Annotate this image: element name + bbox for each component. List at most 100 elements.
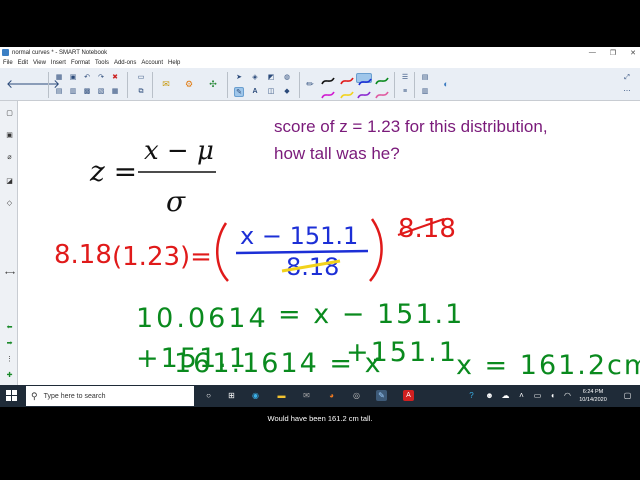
tray-chevron-icon[interactable]: ˄ <box>516 390 527 401</box>
paste-icon[interactable]: ▧ <box>96 87 106 97</box>
help-icon[interactable]: ? <box>466 390 477 401</box>
lines-icon[interactable]: ◩ <box>266 73 276 83</box>
pen-stroke-black <box>321 77 335 85</box>
line-thickness-icon[interactable]: ≡ <box>400 87 410 97</box>
menu-help[interactable]: Help <box>168 60 180 66</box>
pen-preset-yellow[interactable] <box>339 87 355 99</box>
addons-icon[interactable]: ◇ <box>5 199 14 208</box>
page-options-icon[interactable]: ⋮ <box>5 355 14 364</box>
magic-pen-icon[interactable]: ◆ <box>282 87 292 97</box>
pen-preset-pink[interactable] <box>374 87 390 99</box>
toolbar-separator <box>227 72 228 98</box>
color-palette-icon[interactable]: ▤ <box>420 73 430 83</box>
page-view-icon[interactable]: ▦ <box>54 73 64 83</box>
fill-icon[interactable]: ◍ <box>282 73 292 83</box>
taskbar-grid-icon[interactable]: ⊞ <box>226 390 237 401</box>
ink-crossed-818: 8.18 <box>398 214 456 244</box>
toolbar-more-icon[interactable]: ⋯ <box>622 87 632 97</box>
next-page-icon[interactable]: ➡ <box>5 339 14 348</box>
menu-account[interactable]: Account <box>141 60 163 66</box>
display-icon[interactable]: ▭ <box>136 73 146 83</box>
transparency-icon[interactable]: ▥ <box>420 87 430 97</box>
toolbar-separator <box>414 72 415 98</box>
edge-browser-icon[interactable]: ◉ <box>250 390 261 401</box>
expand-panel-icon[interactable]: ⟷ <box>5 269 15 278</box>
menu-file[interactable]: File <box>3 60 13 66</box>
close-icon[interactable]: ✕ <box>630 49 636 57</box>
mail-icon[interactable]: ✉ <box>301 390 312 401</box>
cloud-icon[interactable]: ☁ <box>500 390 511 401</box>
task-view-icon[interactable]: ○ <box>203 390 214 401</box>
line-style-icon[interactable]: ☰ <box>400 73 410 83</box>
screen-shade-icon[interactable]: ▥ <box>68 87 78 97</box>
pen-preset-purple[interactable] <box>356 87 372 99</box>
pen-stroke-blue <box>358 78 372 86</box>
response-icon[interactable]: ✣ <box>207 78 219 90</box>
menu-insert[interactable]: Insert <box>51 60 66 66</box>
forward-arrow-icon[interactable]: 🡒 <box>28 78 60 90</box>
eraser-icon[interactable]: ◫ <box>266 87 276 97</box>
menu-addons[interactable]: Add-ons <box>114 60 136 66</box>
lesson-activity-icon[interactable]: ⚙ <box>183 78 195 90</box>
toolbar: 🡐 🡒 ▦ ▣ ↶ ↷ ✖ ▤ ▥ ▩ ▧ ▦ ▭ ⧉ ✉ ⚙ ✣ ➤ ◈ ◩ … <box>0 68 640 101</box>
capture-icon[interactable]: ⧉ <box>136 87 146 97</box>
pen-preset-black[interactable] <box>320 73 336 85</box>
smart-notebook-window: normal curves * - SMART Notebook — ❐ ✕ F… <box>0 47 640 386</box>
attachments-icon[interactable]: ⌀ <box>5 153 14 162</box>
save-icon[interactable]: ▩ <box>82 87 92 97</box>
minimize-icon[interactable]: — <box>589 49 596 56</box>
pen-preset-red[interactable] <box>339 73 355 85</box>
ink-final-answer: x = 161.2cm <box>456 350 640 381</box>
redo-icon[interactable]: ↷ <box>96 73 106 83</box>
add-page-side-icon[interactable]: ✚ <box>5 371 14 380</box>
gallery-icon[interactable]: ✉ <box>160 78 172 90</box>
add-page-icon[interactable]: ▣ <box>68 73 78 83</box>
acrobat-icon[interactable]: A <box>403 390 414 401</box>
pen-tool-icon[interactable]: ✎ <box>234 87 244 97</box>
ink-left-paren <box>216 222 229 282</box>
menu-tools[interactable]: Tools <box>95 60 109 66</box>
properties-icon[interactable]: ◪ <box>5 177 14 186</box>
pen-preset-blue[interactable] <box>356 73 372 86</box>
shapes-icon[interactable]: ◈ <box>250 73 260 83</box>
delete-icon[interactable]: ✖ <box>110 73 120 83</box>
formula-numerator: x − μ <box>144 136 214 166</box>
back-arrow-icon[interactable]: 🡐 <box>6 78 38 90</box>
menu-format[interactable]: Format <box>71 60 90 66</box>
menu-bar: File Edit View Insert Format Tools Add-o… <box>0 58 640 68</box>
taskbar-clock[interactable]: 6:24 PM 10/14/2020 <box>578 388 608 404</box>
undo-icon[interactable]: ↶ <box>82 73 92 83</box>
taskbar-search-box[interactable]: ⚲ Type here to search <box>26 386 194 406</box>
wifi-icon[interactable]: ◠ <box>562 390 573 401</box>
handwriting-layer-bottom: 161.1614 = x x = 161.2cm <box>174 348 640 381</box>
volume-icon[interactable]: ◖ <box>547 390 558 401</box>
text-tool-icon[interactable]: A <box>250 87 260 97</box>
network-icon[interactable]: ▭ <box>532 390 543 401</box>
menu-view[interactable]: View <box>33 60 46 66</box>
windows-taskbar: ⚲ Type here to search ○ ⊞ ◉ ▬ ✉ ◕ ◎ ✎ A … <box>0 385 640 407</box>
page-sorter-icon[interactable]: ▢ <box>5 109 14 118</box>
menu-edit[interactable]: Edit <box>18 60 28 66</box>
file-explorer-icon[interactable]: ▬ <box>276 390 287 401</box>
pen-type-icon[interactable]: ✏ <box>304 78 316 90</box>
media-app-icon[interactable]: ◎ <box>351 390 362 401</box>
pen-preset-magenta[interactable] <box>320 87 336 99</box>
maximize-icon[interactable]: ❐ <box>610 49 616 57</box>
notifications-icon[interactable]: ▢ <box>622 390 633 401</box>
ink-z-value: (1.23)= <box>112 242 212 272</box>
gallery-tab-icon[interactable]: ▣ <box>5 131 14 140</box>
ink-equation-rhs: = x − 151.1 <box>278 299 464 330</box>
open-file-icon[interactable]: ▤ <box>54 87 64 97</box>
firefox-icon[interactable]: ◕ <box>326 390 337 401</box>
effects-icon[interactable]: ◐ <box>440 78 452 90</box>
pen-preset-green[interactable] <box>374 73 390 85</box>
windows-start-icon[interactable] <box>6 390 17 401</box>
formula-z: z = <box>89 155 137 188</box>
select-pointer-icon[interactable]: ➤ <box>234 73 244 83</box>
prev-page-icon[interactable]: ⬅ <box>5 323 14 332</box>
table-icon[interactable]: ▦ <box>110 87 120 97</box>
smart-notebook-task-icon[interactable]: ✎ <box>376 390 387 401</box>
toolbar-collapse-icon[interactable]: ⤢ <box>622 73 632 83</box>
people-icon[interactable]: ☻ <box>484 390 495 401</box>
search-placeholder: Type here to search <box>43 392 106 400</box>
